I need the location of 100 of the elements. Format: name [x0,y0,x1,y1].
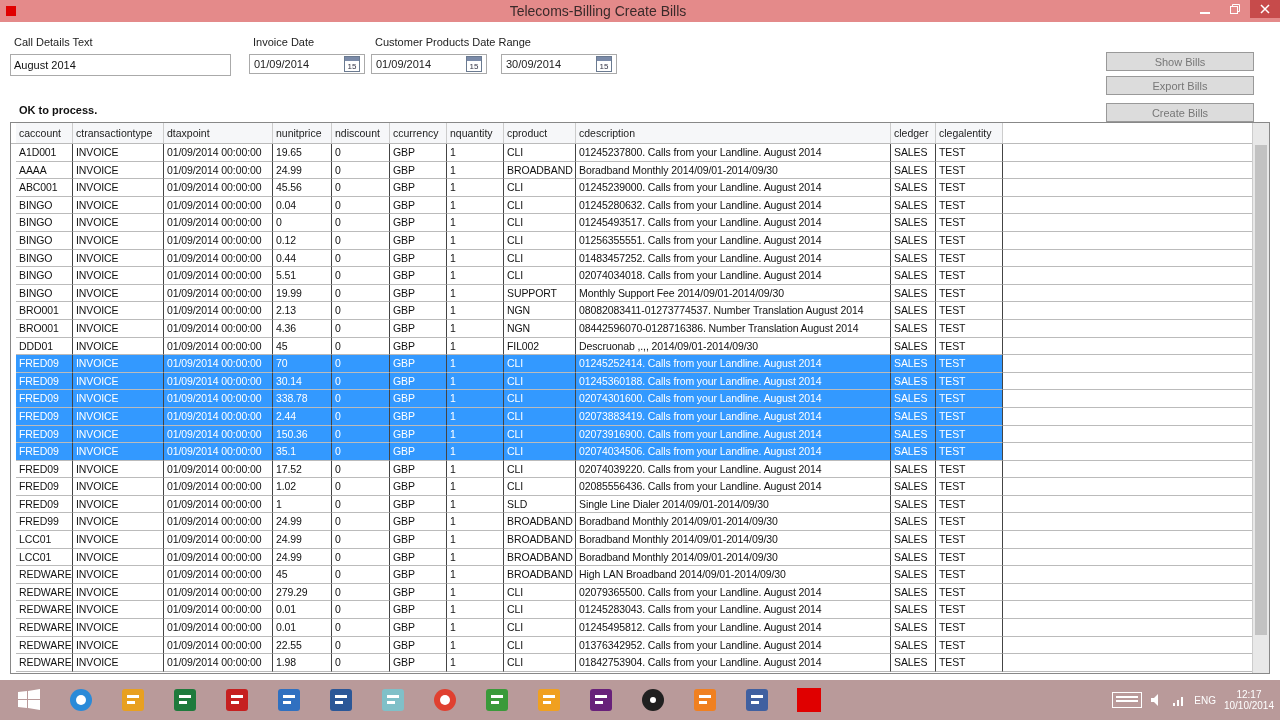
table-cell: SALES [891,566,936,584]
table-cell: TEST [936,566,1003,584]
table-cell: INVOICE [73,619,164,637]
column-header[interactable]: cledger [891,123,936,143]
table-cell: 1 [447,144,504,162]
calendar-icon[interactable]: 15 [344,56,360,72]
table-cell: INVOICE [73,531,164,549]
table-cell: 02074034506. Calls from your Landline. August 2014 [576,443,891,461]
table-cell: SALES [891,179,936,197]
table-cell: INVOICE [73,478,164,496]
column-header[interactable]: cproduct [504,123,576,143]
table-cell: 0 [332,302,390,320]
table-cell: BROADBAND [504,513,576,532]
date-field[interactable]: 01/09/2014 15 [371,54,487,74]
table-cell: TEST [936,267,1003,285]
table-cell: 01842753904. Calls from your Landline. August 2014 [576,654,891,672]
table-cell: 70 [273,355,332,373]
keyboard-icon[interactable] [1112,692,1143,708]
table-cell: 01245493517. Calls from your Landline. August 2014 [576,214,891,232]
table-cell: GBP [390,302,447,320]
calendar-icon[interactable]: 15 [466,56,482,72]
table-cell: REDWARE [16,619,73,637]
column-header[interactable]: cdescription [576,123,891,143]
table-cell: 0 [332,566,390,584]
table-cell: SALES [891,443,936,461]
table-cell: GBP [390,355,447,373]
table-cell: 01245495812. Calls from your Landline. August 2014 [576,619,891,637]
column-header[interactable]: dtaxpoint [164,123,273,143]
date-field[interactable]: 01/09/2014 15 [249,54,365,74]
table-cell: REDWARE [16,566,73,584]
table-cell: CLI [504,179,576,197]
column-header[interactable]: clegalentity [936,123,1003,143]
table-cell: GBP [390,566,447,584]
calendar-icon[interactable]: 15 [596,56,612,72]
table-cell: INVOICE [73,566,164,584]
table-cell: INVOICE [73,654,164,672]
table-cell: 01/09/2014 00:00:00 [164,214,273,232]
column-header[interactable]: nquantity [447,123,504,143]
table-cell: 1 [447,601,504,620]
table-cell: 01/09/2014 00:00:00 [164,566,273,584]
windows-icon [17,688,41,712]
table-cell: TEST [936,302,1003,320]
table-cell: SALES [891,531,936,549]
app-icon[interactable] [588,687,614,713]
square-icon[interactable] [796,687,822,713]
table-cell: High LAN Broadband 2014/09/01-2014/09/30 [576,566,891,584]
table-cell: 45 [273,566,332,584]
table-cell: TEST [936,654,1003,672]
table-cell: SALES [891,302,936,320]
table-cell: 0 [332,513,390,532]
app-icon[interactable] [276,687,302,713]
scrollbar-thumb[interactable] [1255,145,1267,635]
table-cell: 01/09/2014 00:00:00 [164,144,273,162]
table-cell: TEST [936,601,1003,620]
table-cell: GBP [390,214,447,232]
table-cell: 45.56 [273,179,332,197]
table-cell: 0 [332,144,390,162]
column-header[interactable]: caccount [16,123,73,143]
table-cell: SALES [891,601,936,620]
table-cell: GBP [390,654,447,672]
table-cell: 01/09/2014 00:00:00 [164,267,273,285]
text-field[interactable]: August 2014 [10,54,231,76]
table-cell: GBP [390,144,447,162]
scrollbar[interactable] [1252,123,1269,673]
table-cell: 01245237800. Calls from your Landline. August 2014 [576,144,891,162]
table-cell: 1.02 [273,478,332,496]
circle-icon[interactable] [640,687,666,713]
app-icon[interactable] [744,687,770,713]
table-cell: 01245283043. Calls from your Landline. August 2014 [576,601,891,620]
table-cell: GBP [390,179,447,197]
table-cell: 0 [332,355,390,373]
column-header[interactable]: ctransactiontype [73,123,164,143]
table-cell: TEST [936,619,1003,637]
table-cell: 0 [332,654,390,672]
app-icon[interactable] [328,687,354,713]
window-title: Telecoms-Billing Create Bills [508,3,688,19]
table-cell: BROADBAND [504,566,576,584]
table-cell: 01/09/2014 00:00:00 [164,654,273,672]
table-cell: 01/09/2014 00:00:00 [164,302,273,320]
column-header[interactable]: ccurrency [390,123,447,143]
table-cell: TEST [936,478,1003,496]
table-cell: 01/09/2014 00:00:00 [164,443,273,461]
table-cell: 0 [273,214,332,232]
table-cell: FRED09 [16,390,73,408]
table-cell: SALES [891,654,936,672]
table-cell: INVOICE [73,513,164,532]
table-cell: 01/09/2014 00:00:00 [164,531,273,549]
table-cell: 0 [332,214,390,232]
app-icon[interactable] [224,687,250,713]
table-cell: 2.13 [273,302,332,320]
table-cell: INVOICE [73,601,164,620]
table-cell: 01/09/2014 00:00:00 [164,390,273,408]
table-cell: BINGO [16,214,73,232]
app-icon[interactable] [172,687,198,713]
table-cell: INVOICE [73,267,164,285]
column-header[interactable]: nunitprice [273,123,332,143]
table-cell: 0 [332,390,390,408]
date-field[interactable]: 30/09/2014 15 [501,54,617,74]
close-button[interactable] [1250,0,1280,18]
column-header[interactable]: ndiscount [332,123,390,143]
